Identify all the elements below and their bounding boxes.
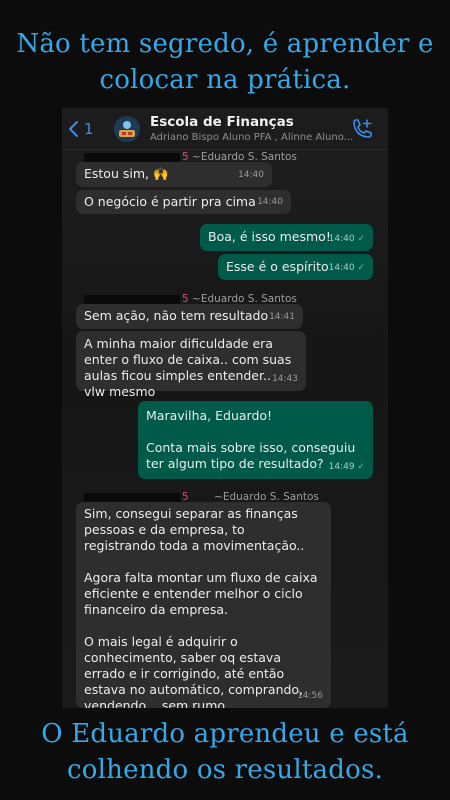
message-incoming[interactable]: A minha maior dificuldade era enter o fl… xyxy=(76,331,306,399)
story-caption-top: Não tem segredo, é aprender e colocar na… xyxy=(16,29,434,95)
message-time: 14:49 ✓ xyxy=(328,462,365,472)
message-time: 14:40 ✓ xyxy=(328,263,365,273)
message-time: 14:56 xyxy=(297,691,323,701)
message-time: 14:43 xyxy=(272,374,298,384)
read-check-icon: ✓ xyxy=(357,234,365,244)
message-text: Estou sim, 🙌 xyxy=(84,166,169,181)
group-avatar[interactable] xyxy=(114,116,140,142)
message-time: 14:40 xyxy=(238,170,264,180)
read-check-icon: ✓ xyxy=(357,462,365,472)
message-text: A minha maior dificuldade era enter o fl… xyxy=(84,336,292,399)
chat-header: 1 Escola de Finanças Adriano Bispo Aluno… xyxy=(62,108,388,150)
message-text: Boa, é isso mesmo! xyxy=(208,229,331,244)
message-incoming[interactable]: Sem ação, não tem resultado 14:41 xyxy=(76,304,303,329)
phone-add-icon[interactable] xyxy=(350,118,374,140)
message-outgoing[interactable]: Boa, é isso mesmo! 14:40 ✓ xyxy=(200,224,373,251)
message-time: 14:41 xyxy=(269,312,295,322)
message-outgoing[interactable]: Esse é o espírito 14:40 ✓ xyxy=(218,254,373,280)
message-text: Maravilha, Eduardo! xyxy=(146,408,273,423)
message-incoming[interactable]: Sim, consegui separar as finanças pessoa… xyxy=(76,502,331,708)
redacted-phone xyxy=(84,152,180,162)
message-incoming[interactable]: O negócio é partir pra cima 14:40 xyxy=(76,190,291,214)
message-time: 14:40 xyxy=(257,197,283,207)
message-incoming[interactable]: Estou sim, 🙌 14:40 xyxy=(76,162,272,187)
redacted-phone xyxy=(84,294,180,304)
message-outgoing[interactable]: Maravilha, Eduardo! Conta mais sobre iss… xyxy=(138,401,373,479)
chat-screenshot: 1 Escola de Finanças Adriano Bispo Aluno… xyxy=(62,108,388,708)
message-text: O mais legal é adquirir o conhecimento, … xyxy=(84,634,304,708)
unread-count: 1 xyxy=(84,120,94,138)
message-text: Agora falta montar um fluxo de caixa efi… xyxy=(84,570,318,617)
message-text: Esse é o espírito xyxy=(226,259,329,274)
group-members: Adriano Bispo Aluno PFA , Alinne Aluno..… xyxy=(150,132,354,143)
read-check-icon: ✓ xyxy=(357,263,365,273)
redacted-phone xyxy=(84,492,180,502)
message-text: O negócio é partir pra cima xyxy=(84,194,256,209)
group-name[interactable]: Escola de Finanças xyxy=(150,114,294,130)
message-time: 14:40 ✓ xyxy=(328,234,365,244)
chevron-left-icon xyxy=(69,121,78,137)
story-caption-bottom: O Eduardo aprendeu e está colhendo os re… xyxy=(41,719,409,785)
message-text: Sim, consegui separar as finanças pessoa… xyxy=(84,506,305,553)
message-text: Sem ação, não tem resultado xyxy=(84,308,269,323)
back-button[interactable]: 1 xyxy=(68,118,94,140)
